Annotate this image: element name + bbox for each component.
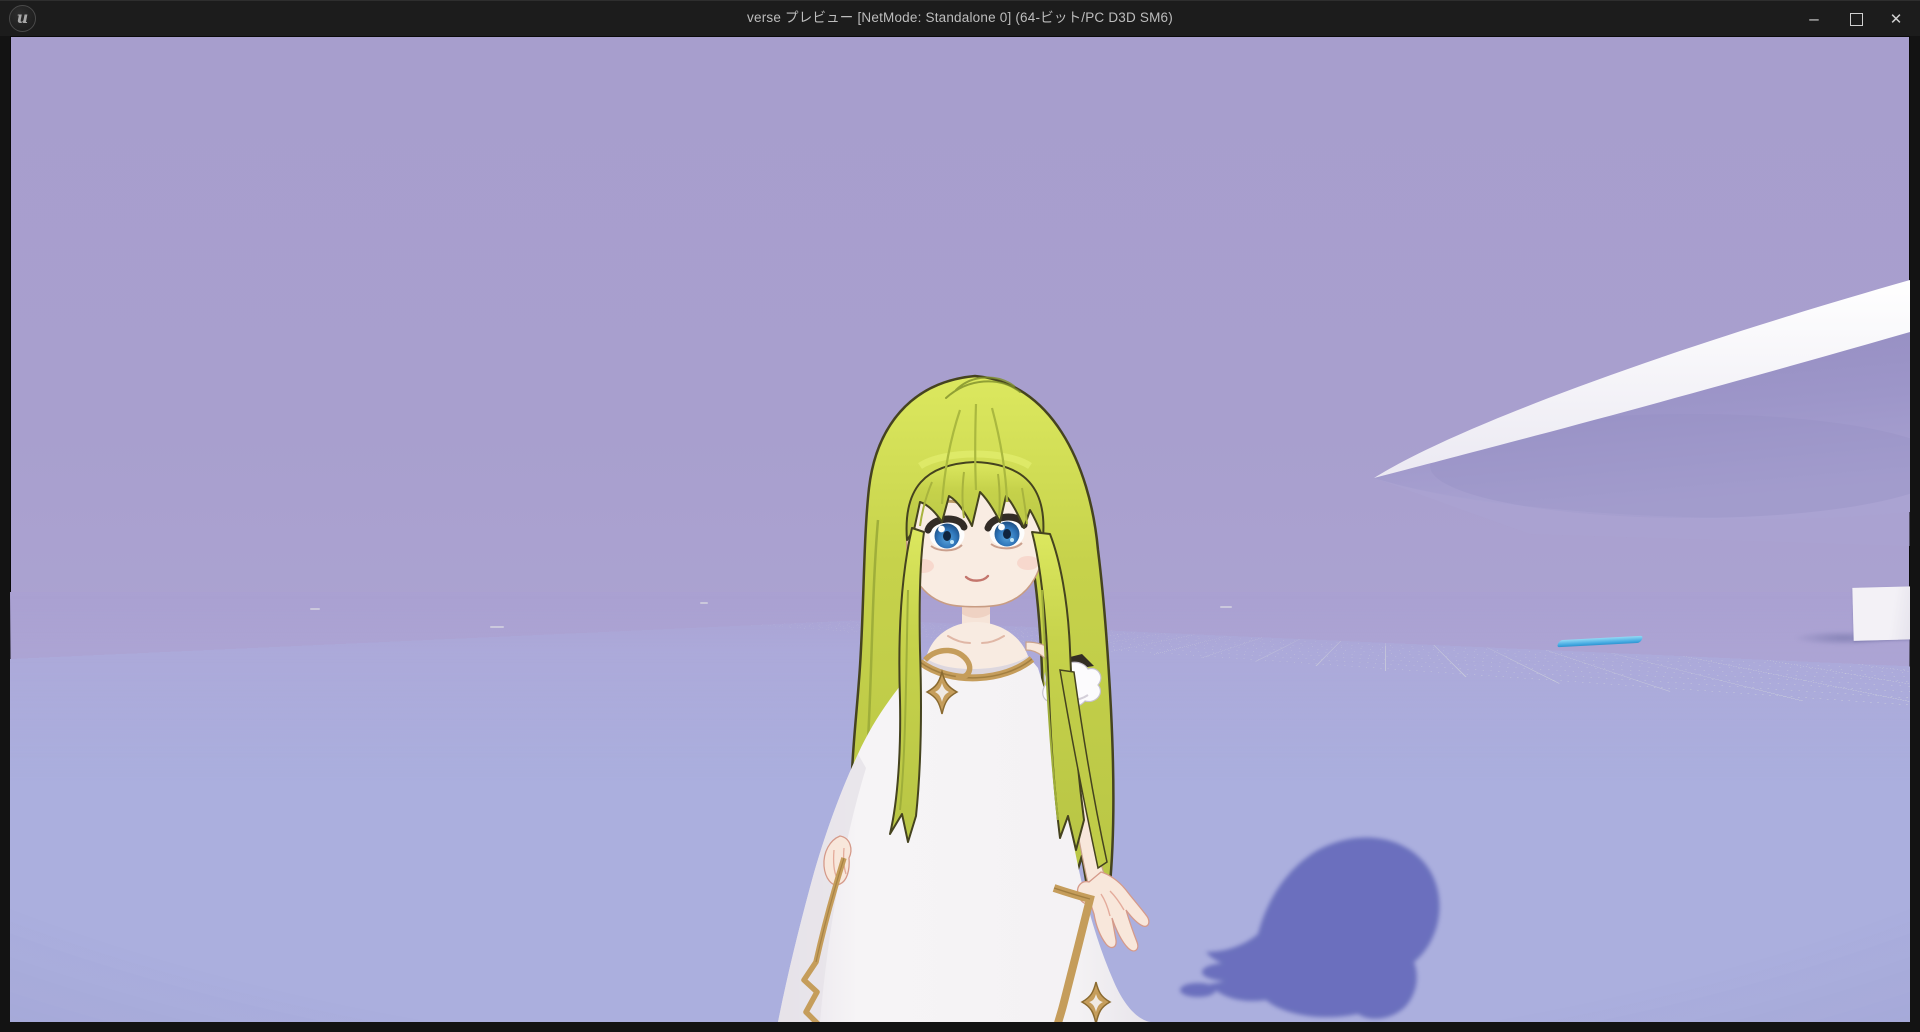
grid-cross-marker [444,794,529,829]
app-window: u verse プレビュー [NetMode: Standalone 0] (6… [0,0,1920,1032]
game-viewport[interactable] [10,36,1910,1022]
close-button[interactable]: ✕ [1876,1,1916,37]
character [760,370,1190,1022]
minimize-button[interactable]: – [1794,1,1834,37]
white-disc-platform [1330,216,1910,546]
character-shadow [1170,816,1550,1022]
maximize-button[interactable] [1836,1,1876,37]
window-title: verse プレビュー [NetMode: Standalone 0] (64-… [0,1,1920,37]
titlebar[interactable]: u verse プレビュー [NetMode: Standalone 0] (6… [0,0,1920,36]
white-cube [1852,586,1910,641]
maximize-icon [1850,13,1863,26]
